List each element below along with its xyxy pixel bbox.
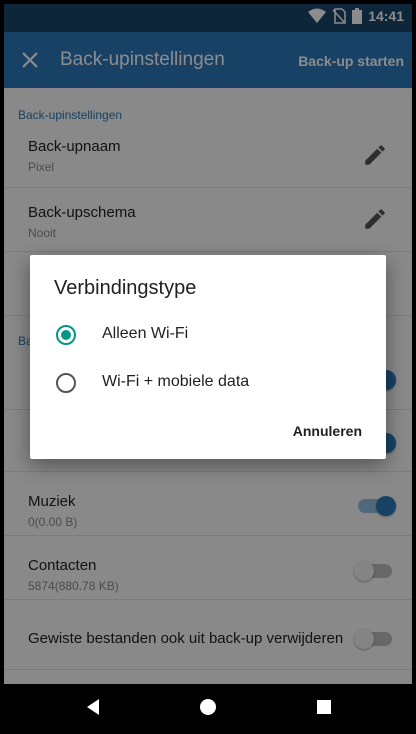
home-icon[interactable]	[198, 697, 218, 717]
option-label: Wi-Fi + mobiele data	[102, 373, 250, 390]
option-wifi-mobile[interactable]: Wi-Fi + mobiele data	[30, 363, 386, 403]
navigation-bar	[4, 684, 412, 730]
option-label: Alleen Wi-Fi	[102, 325, 189, 342]
radio-unselected-icon[interactable]	[56, 373, 76, 393]
dialog-title: Verbindingstype	[54, 277, 197, 299]
recents-icon[interactable]	[314, 697, 334, 717]
radio-selected-icon[interactable]	[56, 325, 76, 345]
cancel-button[interactable]: Annuleren	[293, 423, 362, 439]
option-wifi-only[interactable]: Alleen Wi-Fi	[30, 315, 386, 355]
phone-screen: 14:41 Back-upinstellingen Back-up starte…	[4, 4, 412, 730]
back-icon[interactable]	[84, 697, 104, 717]
connection-type-dialog: Verbindingstype Alleen Wi-Fi Wi-Fi + mob…	[30, 255, 386, 459]
